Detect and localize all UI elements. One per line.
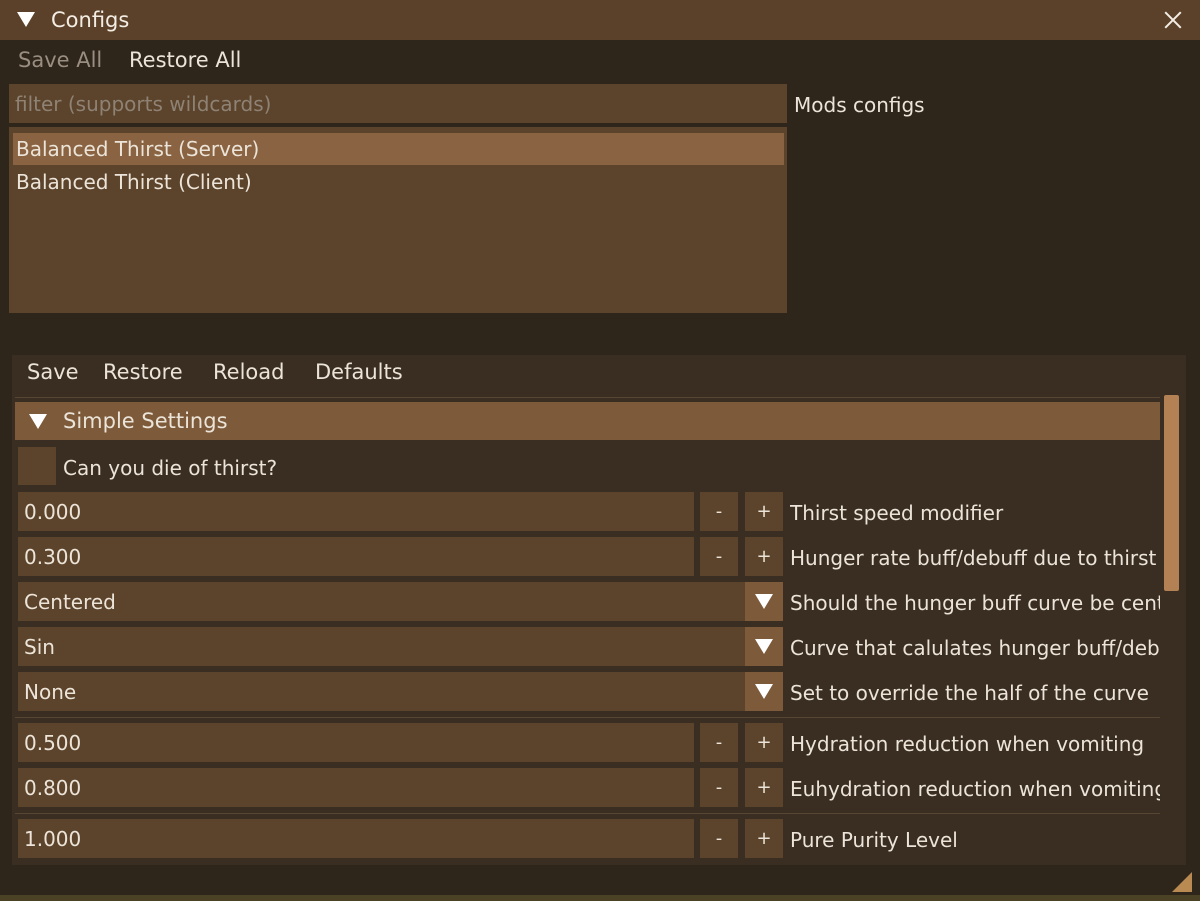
- curve-half-override-dropdown[interactable]: None: [18, 672, 783, 711]
- save-all-button[interactable]: Save All: [18, 48, 102, 72]
- pure-purity-value: 1.000: [24, 827, 82, 851]
- filter-input[interactable]: [9, 84, 787, 123]
- dropdown-button[interactable]: [745, 627, 783, 666]
- euhydration-vomit-increment-button[interactable]: +: [745, 768, 783, 807]
- section-divider: [15, 717, 1160, 718]
- pure-purity-input[interactable]: 1.000: [18, 819, 694, 858]
- dropdown-button[interactable]: [745, 672, 783, 711]
- hydration-vomit-increment-button[interactable]: +: [745, 723, 783, 762]
- mods-configs-label: Mods configs: [794, 93, 925, 117]
- mods-list[interactable]: Balanced Thirst (Server) Balanced Thirst…: [9, 127, 787, 313]
- configs-window: Configs Save All Restore All Mods config…: [0, 0, 1200, 901]
- hunger-curve-dropdown[interactable]: Sin: [18, 627, 783, 666]
- collapse-section-icon: [29, 414, 47, 429]
- euhydration-vomit-decrement-button[interactable]: -: [700, 768, 738, 807]
- resize-grip-icon[interactable]: [1172, 872, 1192, 892]
- hunger-curve-centered-value: Centered: [24, 590, 116, 614]
- save-button[interactable]: Save: [27, 360, 79, 384]
- chevron-down-icon: [755, 684, 773, 699]
- pure-purity-increment-button[interactable]: +: [745, 819, 783, 858]
- euhydration-vomit-input[interactable]: 0.800: [18, 768, 694, 807]
- die-of-thirst-checkbox[interactable]: [18, 447, 56, 485]
- pure-purity-label: Pure Purity Level: [790, 828, 958, 852]
- collapse-window-icon[interactable]: [17, 12, 35, 27]
- hunger-curve-value: Sin: [24, 635, 55, 659]
- defaults-button[interactable]: Defaults: [315, 360, 403, 384]
- thirst-speed-increment-button[interactable]: +: [745, 492, 783, 531]
- toolbar-divider: [15, 397, 1160, 398]
- list-item[interactable]: Balanced Thirst (Client): [13, 166, 784, 198]
- section-title: Simple Settings: [63, 409, 228, 433]
- window-title: Configs: [51, 8, 130, 32]
- hunger-rate-value: 0.300: [24, 545, 82, 569]
- config-panel: Save Restore Reload Defaults Simple Sett…: [12, 355, 1186, 865]
- euhydration-vomit-label: Euhydration reduction when vomiting: [790, 777, 1160, 801]
- simple-settings-header[interactable]: Simple Settings: [15, 402, 1160, 440]
- thirst-speed-decrement-button[interactable]: -: [700, 492, 738, 531]
- restore-all-button[interactable]: Restore All: [129, 48, 241, 72]
- restore-button[interactable]: Restore: [103, 360, 183, 384]
- thirst-speed-label: Thirst speed modifier: [790, 501, 1004, 525]
- hunger-rate-increment-button[interactable]: +: [745, 537, 783, 576]
- hunger-rate-input[interactable]: 0.300: [18, 537, 694, 576]
- hunger-curve-centered-dropdown[interactable]: Centered: [18, 582, 783, 621]
- close-icon[interactable]: [1160, 7, 1186, 33]
- hydration-vomit-input[interactable]: 0.500: [18, 723, 694, 762]
- hydration-vomit-label: Hydration reduction when vomiting: [790, 732, 1145, 756]
- hunger-curve-centered-label: Should the hunger buff curve be centered: [790, 591, 1160, 615]
- vertical-scrollbar[interactable]: [1164, 395, 1179, 591]
- chevron-down-icon: [755, 594, 773, 609]
- curve-half-override-value: None: [24, 680, 77, 704]
- reload-button[interactable]: Reload: [213, 360, 284, 384]
- thirst-speed-input[interactable]: 0.000: [18, 492, 694, 531]
- hunger-curve-label: Curve that calulates hunger buff/debuff: [790, 636, 1160, 660]
- curve-half-override-label: Set to override the half of the curve: [790, 681, 1149, 705]
- euhydration-vomit-value: 0.800: [24, 776, 82, 800]
- list-item[interactable]: Balanced Thirst (Server): [13, 133, 784, 165]
- section-divider: [15, 813, 1160, 814]
- hydration-vomit-value: 0.500: [24, 731, 82, 755]
- dropdown-button[interactable]: [745, 582, 783, 621]
- hunger-rate-decrement-button[interactable]: -: [700, 537, 738, 576]
- chevron-down-icon: [755, 639, 773, 654]
- background-strip: [0, 895, 1200, 901]
- title-bar[interactable]: Configs: [0, 0, 1200, 40]
- filter-field[interactable]: [9, 84, 787, 123]
- hunger-rate-label: Hunger rate buff/debuff due to thirst: [790, 546, 1157, 570]
- pure-purity-decrement-button[interactable]: -: [700, 819, 738, 858]
- thirst-speed-value: 0.000: [24, 500, 82, 524]
- hydration-vomit-decrement-button[interactable]: -: [700, 723, 738, 762]
- die-of-thirst-label: Can you die of thirst?: [63, 456, 278, 480]
